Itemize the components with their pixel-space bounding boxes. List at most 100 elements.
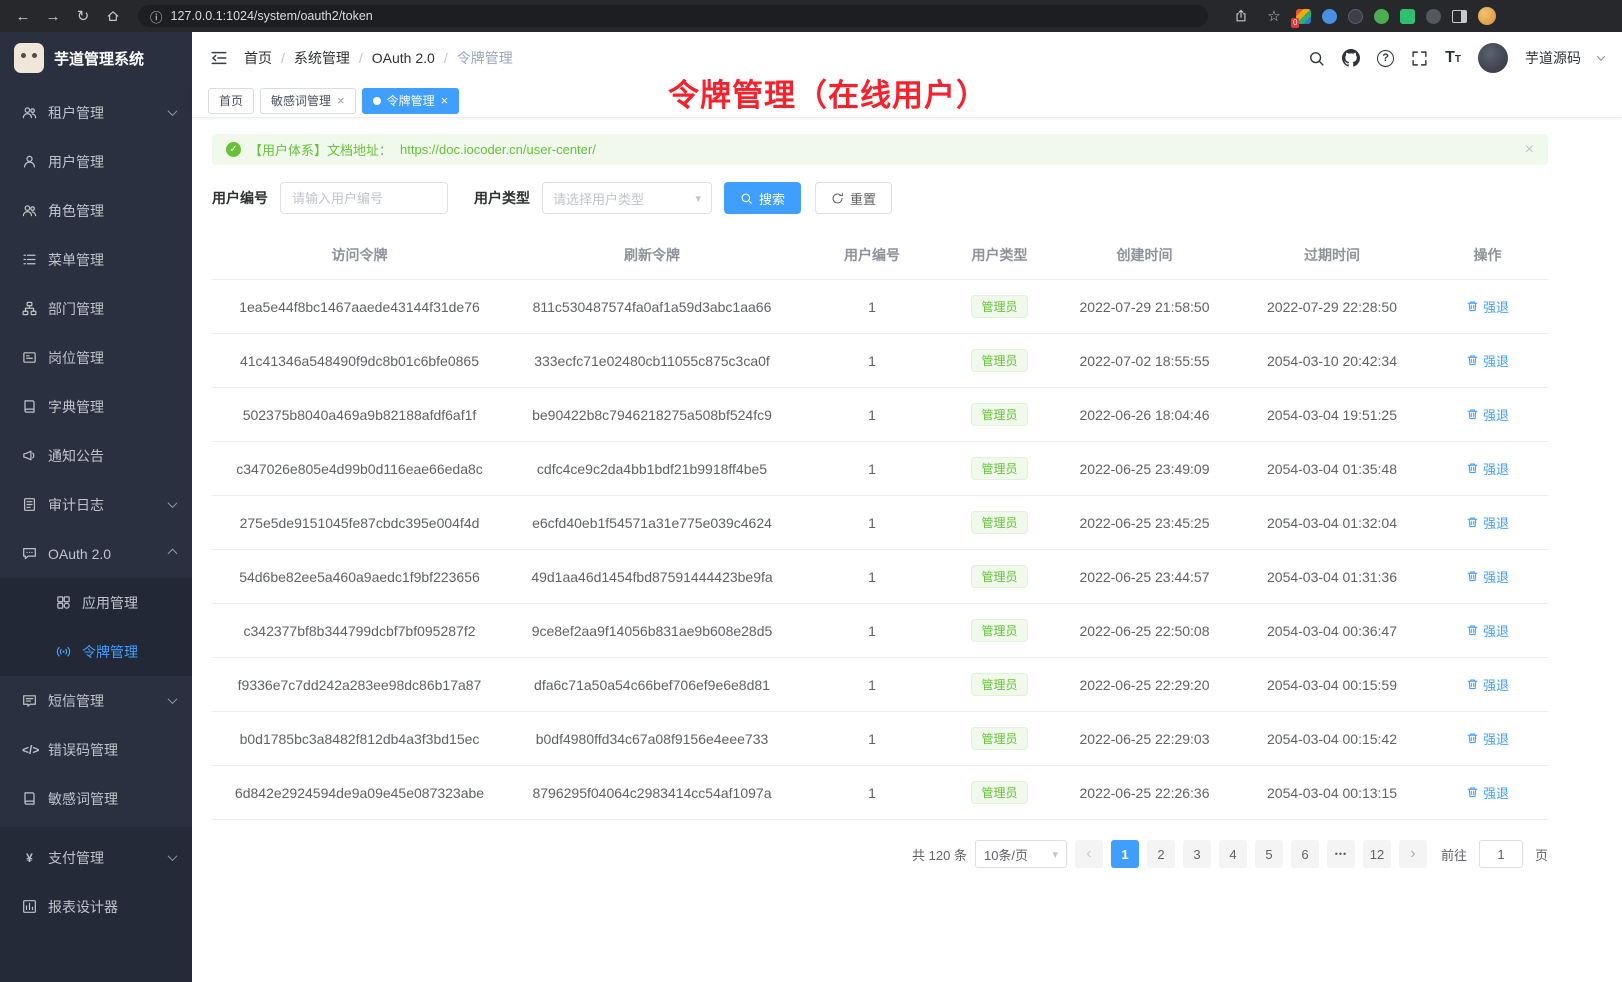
user-menu-caret-icon[interactable] — [1597, 52, 1605, 60]
page-button-2[interactable]: 2 — [1147, 840, 1175, 868]
force-logout-button[interactable]: 强退 — [1466, 351, 1509, 370]
sidebar-item-dept[interactable]: 部门管理 — [0, 284, 192, 333]
extension-dark-icon[interactable] — [1348, 9, 1363, 24]
tab-close-icon[interactable]: × — [337, 94, 345, 107]
table-row: 41c41346a548490f9dc8b01c6bfe0865 333ecfc… — [212, 334, 1548, 388]
goto-page-input[interactable] — [1479, 840, 1523, 868]
trash-icon — [1466, 678, 1479, 691]
force-logout-button[interactable]: 强退 — [1466, 783, 1509, 802]
breadcrumb-item-home[interactable]: 首页 — [244, 48, 272, 68]
user-name[interactable]: 芋道源码 — [1525, 48, 1581, 68]
force-logout-button[interactable]: 强退 — [1466, 729, 1509, 748]
sidebar-item-tenant[interactable]: 租户管理 — [0, 88, 192, 137]
page-button-3[interactable]: 3 — [1183, 840, 1211, 868]
more-pages-button[interactable]: ••• — [1327, 840, 1355, 868]
sidebar-item-oauth-app[interactable]: 应用管理 — [0, 578, 192, 627]
sidebar-item-dict[interactable]: 字典管理 — [0, 382, 192, 431]
menu-fold-icon[interactable] — [210, 49, 228, 67]
access-token-cell: 6d842e2924594de9a09e45e087323abe — [212, 766, 507, 820]
trash-icon — [1466, 354, 1479, 367]
user-type-select[interactable]: 请选择用户类型 ▾ — [542, 182, 712, 214]
org-tree-icon — [22, 301, 37, 316]
extension-pixel-icon[interactable]: 0 — [1296, 9, 1311, 24]
chat-icon — [22, 546, 37, 561]
table-row: 275e5de9151045fe87cbdc395e004f4d e6cfd40… — [212, 496, 1548, 550]
sidebar-item-pay[interactable]: ¥ 支付管理 — [0, 833, 192, 882]
sidebar-item-oauth-token[interactable]: 令牌管理 — [0, 627, 192, 676]
app-logo[interactable]: 芋道管理系统 — [0, 32, 192, 84]
tab-token[interactable]: 令牌管理 × — [362, 88, 460, 114]
sidebar-item-report-designer[interactable]: 报表设计器 — [0, 882, 192, 931]
url-bar[interactable]: ⓘ 127.0.0.1:1024/system/oauth2/token — [138, 5, 1208, 27]
browser-profile-avatar[interactable] — [1478, 7, 1496, 25]
force-logout-button[interactable]: 强退 — [1466, 513, 1509, 532]
refresh-token-cell: dfa6c71a50a54c66bef706ef9e6e8d81 — [507, 658, 797, 712]
access-token-cell: 502375b8040a469a9b82188afdf6af1f — [212, 388, 507, 442]
access-token-cell: 41c41346a548490f9dc8b01c6bfe0865 — [212, 334, 507, 388]
reload-button[interactable]: ↻ — [72, 5, 94, 27]
extension-green-circle-icon[interactable] — [1374, 9, 1389, 24]
page-info-icon[interactable]: ⓘ — [150, 7, 163, 26]
page-button-6[interactable]: 6 — [1291, 840, 1319, 868]
search-button[interactable]: 搜索 — [724, 182, 801, 214]
page-button-1[interactable]: 1 — [1111, 840, 1139, 868]
sidebar-item-audit-log[interactable]: 审计日志 — [0, 480, 192, 529]
bookmark-star-icon[interactable]: ☆ — [1263, 5, 1285, 27]
col-expire-time: 过期时间 — [1237, 231, 1427, 280]
trash-icon — [1466, 624, 1479, 637]
user-type-badge: 管理员 — [971, 781, 1027, 804]
sidebar-split-icon[interactable] — [1452, 10, 1467, 23]
user-type-label: 用户类型 — [474, 188, 530, 208]
user-avatar[interactable] — [1478, 43, 1508, 73]
sidebar-item-post[interactable]: 岗位管理 — [0, 333, 192, 382]
sidebar-item-user[interactable]: 用户管理 — [0, 137, 192, 186]
trash-icon — [1466, 462, 1479, 475]
user-id-cell: 1 — [797, 442, 947, 496]
access-token-cell: 54d6be82ee5a460a9aedc1f9bf223656 — [212, 550, 507, 604]
extension-green-square-icon[interactable] — [1400, 9, 1415, 24]
fullscreen-icon[interactable] — [1411, 50, 1428, 67]
alert-link[interactable]: https://doc.iocoder.cn/user-center/ — [400, 142, 596, 157]
force-logout-button[interactable]: 强退 — [1466, 567, 1509, 586]
tab-close-icon[interactable]: × — [441, 94, 449, 107]
prev-page-button[interactable]: ‹ — [1075, 840, 1103, 868]
sidebar-item-role[interactable]: 角色管理 — [0, 186, 192, 235]
sidebar-item-menu[interactable]: 菜单管理 — [0, 235, 192, 284]
forward-button[interactable]: → — [42, 5, 64, 27]
extension-blue-icon[interactable] — [1322, 9, 1337, 24]
force-logout-button[interactable]: 强退 — [1466, 621, 1509, 640]
sidebar-item-oauth[interactable]: OAuth 2.0 — [0, 529, 192, 578]
home-button[interactable] — [102, 5, 124, 27]
github-icon[interactable] — [1342, 49, 1360, 67]
force-logout-button[interactable]: 强退 — [1466, 297, 1509, 316]
force-logout-button[interactable]: 强退 — [1466, 405, 1509, 424]
page-button-5[interactable]: 5 — [1255, 840, 1283, 868]
help-icon[interactable]: ? — [1377, 50, 1394, 67]
reset-button[interactable]: 重置 — [815, 182, 892, 214]
tab-home[interactable]: 首页 — [208, 88, 254, 114]
breadcrumb-item-oauth[interactable]: OAuth 2.0 — [372, 50, 435, 66]
pagination: 共 120 条 10条/页 ▾ ‹ 1 2 3 4 5 6 ••• 12 › 前… — [212, 840, 1548, 868]
breadcrumb-separator: / — [281, 50, 285, 66]
expire-time-cell: 2054-03-04 01:32:04 — [1237, 496, 1427, 550]
next-page-button[interactable]: › — [1399, 840, 1427, 868]
page-button-4[interactable]: 4 — [1219, 840, 1247, 868]
sidebar-item-error-code[interactable]: </> 错误码管理 — [0, 725, 192, 774]
sidebar-item-sms[interactable]: 短信管理 — [0, 676, 192, 725]
alert-close-icon[interactable]: × — [1525, 142, 1534, 158]
back-button[interactable]: ← — [12, 5, 34, 27]
page-size-select[interactable]: 10条/页 ▾ — [975, 840, 1067, 868]
force-logout-button[interactable]: 强退 — [1466, 459, 1509, 478]
tab-sensitive-word[interactable]: 敏感词管理 × — [260, 88, 356, 114]
extension-gray-icon[interactable] — [1426, 9, 1441, 24]
search-icon[interactable] — [1308, 50, 1325, 67]
sidebar-item-notice[interactable]: 通知公告 — [0, 431, 192, 480]
share-icon[interactable] — [1230, 5, 1252, 27]
trash-icon — [1466, 408, 1479, 421]
breadcrumb-item-system[interactable]: 系统管理 — [294, 48, 350, 68]
sidebar-item-sensitive-word[interactable]: 敏感词管理 — [0, 774, 192, 823]
page-button-12[interactable]: 12 — [1363, 840, 1391, 868]
font-size-icon[interactable]: TT — [1445, 49, 1461, 67]
user-id-input[interactable] — [280, 182, 448, 214]
force-logout-button[interactable]: 强退 — [1466, 675, 1509, 694]
